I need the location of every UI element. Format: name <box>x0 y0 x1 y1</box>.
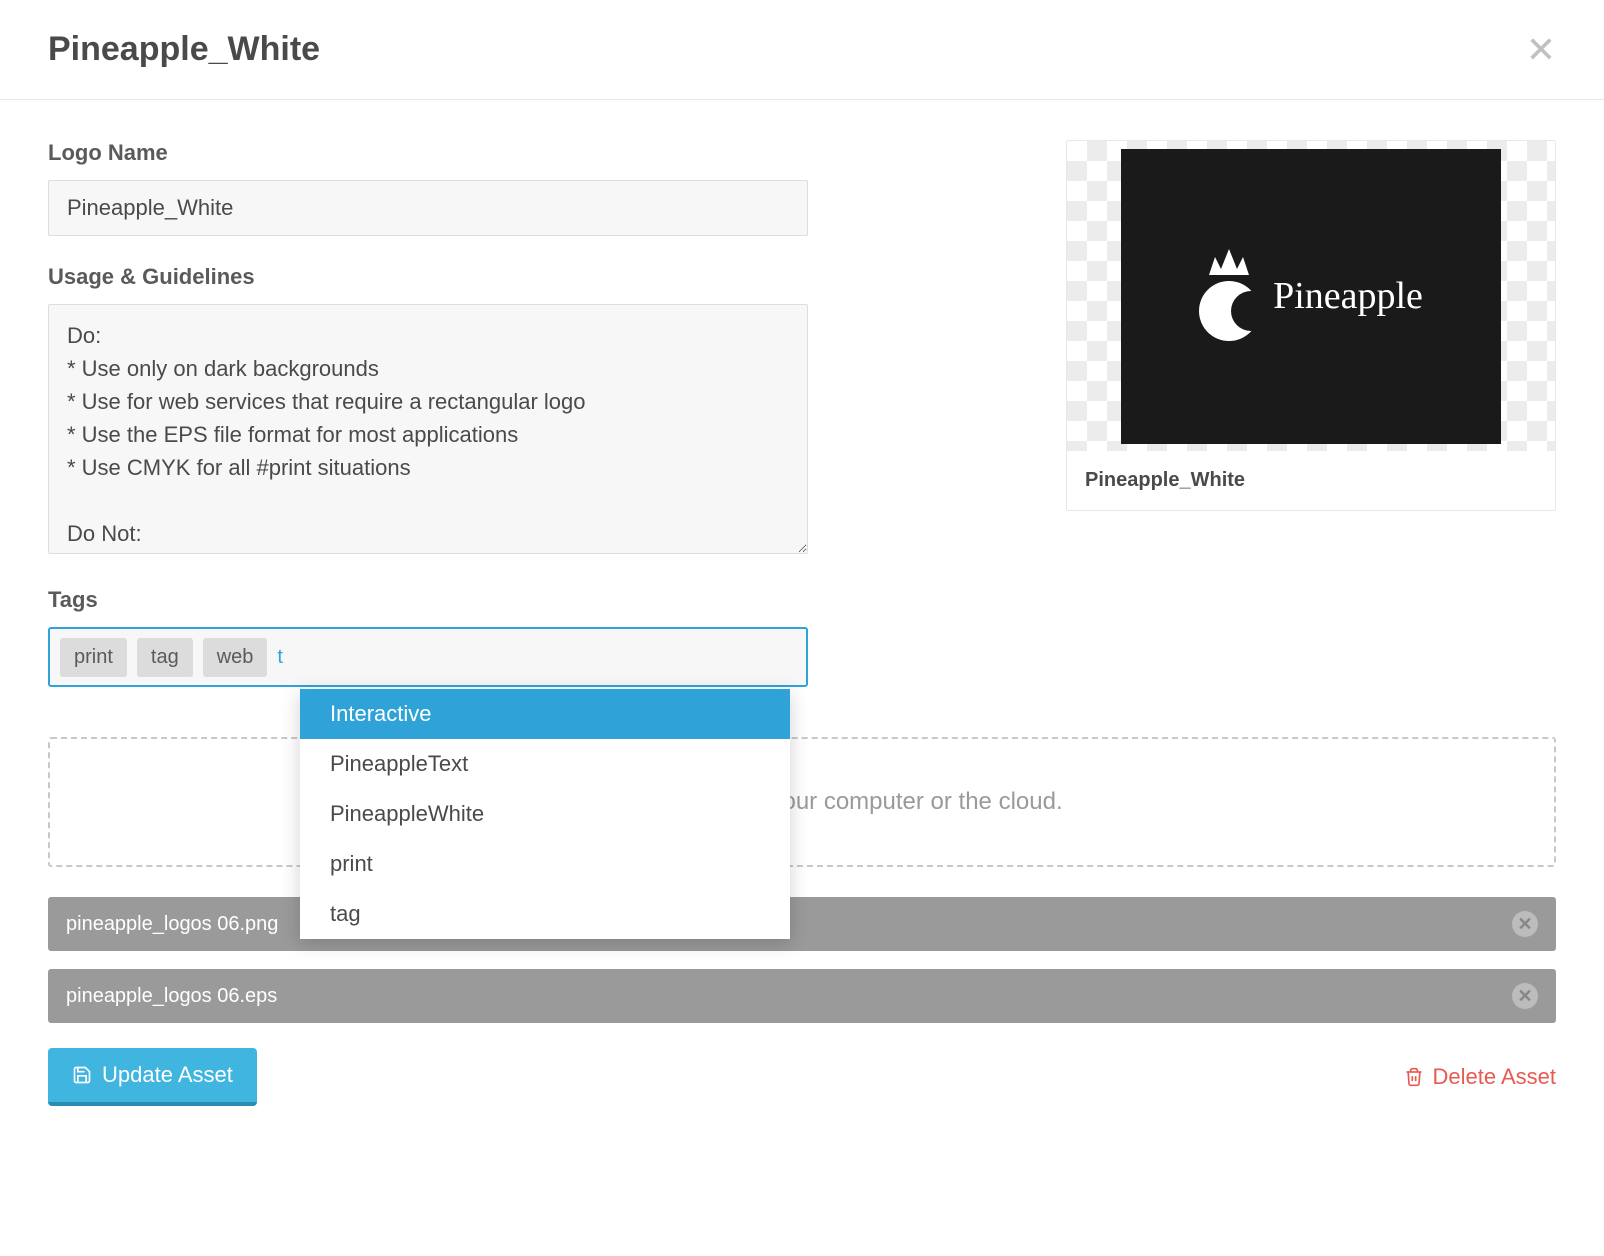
dropzone-section: Choose a file from your computer or the … <box>48 737 1556 867</box>
tags-label: Tags <box>48 587 808 613</box>
usage-label: Usage & Guidelines <box>48 264 808 290</box>
preview-column: Pineapple Pineapple_White <box>1066 140 1556 687</box>
tags-group: Tags print tag web Interactive Pineapple… <box>48 587 808 687</box>
close-icon[interactable]: ✕ <box>1526 32 1556 68</box>
tag-chip[interactable]: tag <box>137 638 193 677</box>
tag-suggestion-item[interactable]: print <box>300 839 790 889</box>
tag-suggestions-dropdown: Interactive PineappleText PineappleWhite… <box>300 689 790 939</box>
preview-image-area: Pineapple <box>1067 141 1555 451</box>
tag-suggestion-item[interactable]: PineappleWhite <box>300 789 790 839</box>
logo-text: Pineapple <box>1273 274 1423 318</box>
tag-suggestion-item[interactable]: Interactive <box>300 689 790 739</box>
logo-name-input[interactable] <box>48 180 808 236</box>
trash-icon <box>1404 1066 1424 1088</box>
tag-chip[interactable]: web <box>203 638 268 677</box>
tags-container: print tag web Interactive PineappleText … <box>48 627 808 687</box>
update-asset-button[interactable]: Update Asset <box>48 1048 257 1106</box>
preview-caption: Pineapple_White <box>1067 451 1555 510</box>
pineapple-logo-icon <box>1199 251 1259 341</box>
tag-suggestion-item[interactable]: PineappleText <box>300 739 790 789</box>
save-icon <box>72 1065 92 1085</box>
delete-asset-label: Delete Asset <box>1432 1064 1556 1090</box>
usage-textarea[interactable] <box>48 304 808 554</box>
pineapple-crown-icon <box>1205 247 1253 277</box>
tag-chip[interactable]: print <box>60 638 127 677</box>
update-asset-label: Update Asset <box>102 1062 233 1088</box>
delete-asset-link[interactable]: Delete Asset <box>1404 1064 1556 1090</box>
modal-footer: Update Asset Delete Asset <box>48 1048 1556 1106</box>
file-dropzone[interactable]: Choose a file from your computer or the … <box>48 737 1556 867</box>
logo-preview: Pineapple <box>1121 149 1501 444</box>
modal-body: Logo Name Usage & Guidelines Tags print … <box>0 100 1604 727</box>
tags-input[interactable]: print tag web <box>48 627 808 687</box>
preview-card: Pineapple Pineapple_White <box>1066 140 1556 511</box>
file-name: pineapple_logos 06.eps <box>66 985 277 1008</box>
file-row: pineapple_logos 06.eps ✕ <box>48 969 1556 1023</box>
tag-typing-input[interactable] <box>277 646 542 669</box>
logo-name-group: Logo Name <box>48 140 808 236</box>
file-remove-icon[interactable]: ✕ <box>1512 983 1538 1009</box>
form-column: Logo Name Usage & Guidelines Tags print … <box>48 140 808 687</box>
modal-title: Pineapple_White <box>48 30 320 69</box>
modal-header: Pineapple_White ✕ <box>0 0 1604 100</box>
file-list: pineapple_logos 06.png ✕ pineapple_logos… <box>48 897 1556 1023</box>
logo-name-label: Logo Name <box>48 140 808 166</box>
file-row: pineapple_logos 06.png ✕ <box>48 897 1556 951</box>
file-remove-icon[interactable]: ✕ <box>1512 911 1538 937</box>
pineapple-bite-icon <box>1231 291 1271 331</box>
tag-suggestion-item[interactable]: tag <box>300 889 790 939</box>
file-name: pineapple_logos 06.png <box>66 913 278 936</box>
usage-group: Usage & Guidelines <box>48 264 808 559</box>
